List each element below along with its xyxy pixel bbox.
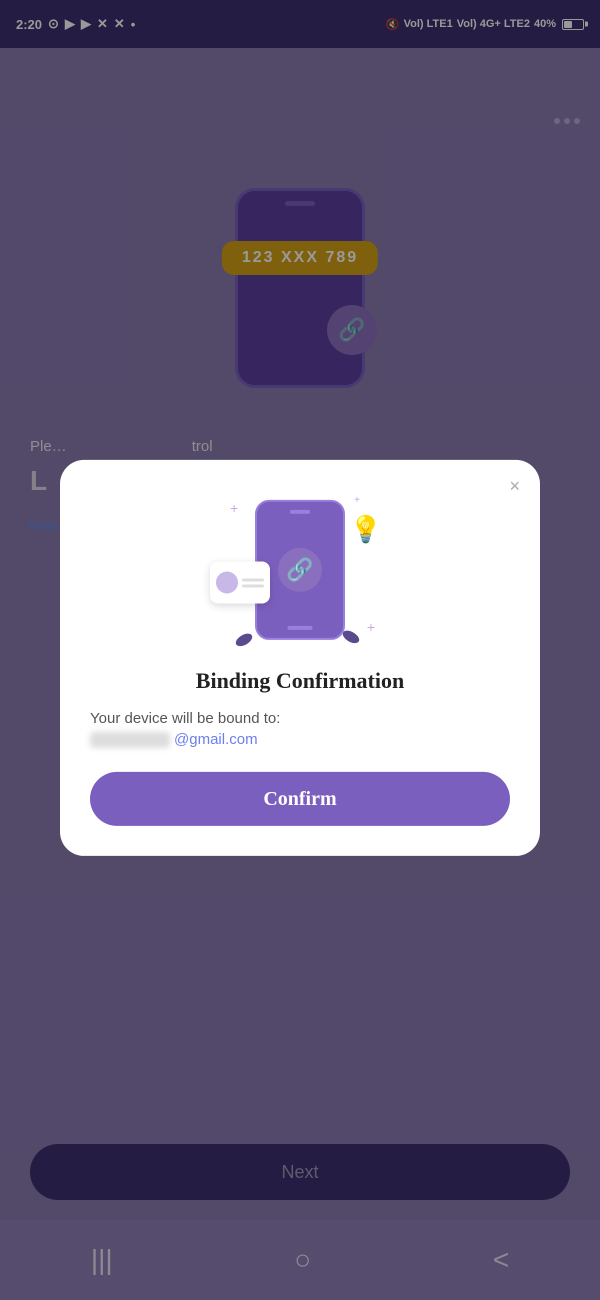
card-left [210, 562, 270, 604]
card-lines [242, 578, 264, 587]
modal-email-line: @gmail.com [90, 731, 510, 748]
confirm-label: Confirm [263, 787, 336, 810]
email-blur [90, 731, 170, 747]
bulb-emoji: 💡 [350, 513, 382, 544]
binding-confirmation-modal: × + + + 🔗 💡 Binding Confirmation You [60, 460, 540, 856]
card-line-1 [242, 578, 264, 581]
plus-tr-deco: + [354, 495, 360, 506]
email-suffix: @gmail.com [174, 731, 258, 748]
chain-emoji: 🔗 [286, 557, 313, 583]
card-line-2 [242, 584, 264, 587]
plus-br-deco: + [367, 619, 375, 635]
plus-tl-deco: + [230, 500, 238, 516]
leaf-bl-deco [234, 631, 255, 649]
modal-description: Your device will be bound to: [90, 710, 510, 727]
confirm-button[interactable]: Confirm [90, 772, 510, 826]
avatar-in-card [216, 572, 238, 594]
modal-title: Binding Confirmation [196, 668, 404, 694]
modal-illustration: + + + 🔗 💡 [220, 490, 380, 650]
bulb-icon: 💡 [347, 510, 385, 548]
chain-icon: 🔗 [278, 548, 322, 592]
modal-close-button[interactable]: × [509, 476, 520, 497]
